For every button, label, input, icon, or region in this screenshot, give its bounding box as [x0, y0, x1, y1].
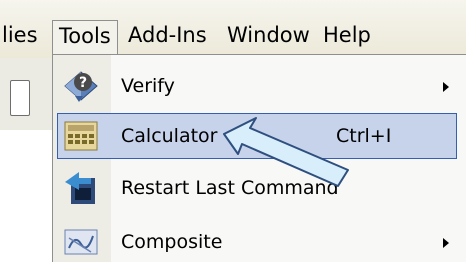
document-icon[interactable] — [10, 80, 30, 116]
menu-help[interactable]: Help — [317, 20, 377, 50]
menu-item-label: Verify — [121, 75, 175, 97]
calculator-icon — [61, 118, 101, 154]
menu-tools[interactable]: Tools — [52, 20, 118, 54]
menu-bar: lies Tools Add-Ins Window Help — [0, 0, 466, 58]
menu-item-composite[interactable]: Composite — [53, 219, 466, 265]
pointer-arrow-icon — [223, 117, 349, 187]
submenu-arrow-icon — [443, 82, 449, 92]
submenu-arrow-icon — [443, 238, 449, 248]
menu-add-ins[interactable]: Add-Ins — [122, 20, 213, 50]
verify-icon: ? — [61, 68, 101, 104]
composite-icon — [61, 224, 101, 260]
restart-last-command-icon — [61, 170, 101, 206]
menu-item-label: Composite — [121, 231, 223, 253]
menu-item-verify[interactable]: ? Verify — [53, 63, 466, 109]
menu-window[interactable]: Window — [221, 20, 316, 50]
svg-text:?: ? — [79, 75, 87, 91]
menu-item-label: Calculator — [121, 125, 218, 147]
menu-families[interactable]: lies — [0, 20, 44, 50]
